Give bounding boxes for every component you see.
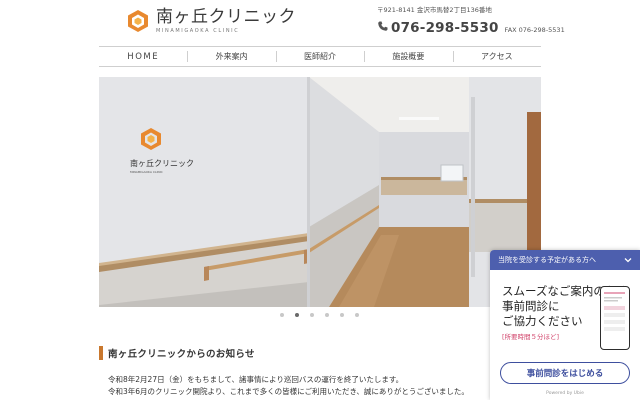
widget-header-label: 当院を受診する予定がある方へ: [498, 256, 596, 264]
slider-dot[interactable]: [280, 313, 284, 317]
widget-duration-note: [所要時間５分ほど]: [502, 333, 560, 341]
widget-header[interactable]: 当院を受診する予定がある方へ: [490, 250, 640, 270]
nav-item-facility[interactable]: 施設概要: [364, 47, 452, 66]
slider-dot[interactable]: [355, 313, 359, 317]
site-header: 南ヶ丘クリニック MINAMIGAOKA CLINIC 〒921-8141 金沢…: [0, 0, 640, 46]
slider-dots: [280, 313, 359, 317]
phone-mockup-icon: [600, 286, 630, 350]
hallway-photo: 南ヶ丘クリニック MINAMIGAOKA CLINIC: [99, 77, 541, 307]
hero-slider[interactable]: 南ヶ丘クリニック MINAMIGAOKA CLINIC: [99, 77, 541, 307]
contact-info: 〒921-8141 金沢市馬替2丁目136番地 076-298-5530 FAX…: [377, 6, 565, 36]
nav-item-doctors[interactable]: 医師紹介: [275, 47, 364, 66]
news-heading: 南ヶ丘クリニックからのお知らせ: [99, 346, 255, 360]
start-questionnaire-button[interactable]: 事前問診をはじめる: [500, 362, 630, 384]
nav-item-home[interactable]: HOME: [99, 47, 187, 66]
nav-item-access[interactable]: アクセス: [452, 47, 541, 66]
news-heading-bar: [99, 346, 103, 360]
phone-number[interactable]: 076-298-5530: [391, 20, 499, 36]
news-line: 令和3年6月のクリニック開院より、これまで多くの皆様にご利用いただき、誠にありが…: [108, 387, 469, 396]
powered-by-label: Powered by Ubie: [546, 391, 584, 396]
slider-dot[interactable]: [310, 313, 314, 317]
clinic-logo-icon: [126, 9, 150, 33]
pre-questionnaire-widget: 当院を受診する予定がある方へ スムーズなご案内のため 事前問診に ご協力ください…: [490, 250, 640, 400]
slider-dot-active[interactable]: [295, 313, 299, 317]
news-title: 南ヶ丘クリニックからのお知らせ: [108, 349, 255, 360]
clinic-address: 〒921-8141 金沢市馬替2丁目136番地: [377, 6, 492, 14]
global-nav: HOME 外来案内 医師紹介 施設概要 アクセス: [99, 46, 541, 67]
clinic-logo[interactable]: 南ヶ丘クリニック MINAMIGAOKA CLINIC: [126, 8, 296, 34]
nav-item-outpatient[interactable]: 外来案内: [187, 47, 275, 66]
widget-line: 事前問診に: [502, 299, 560, 313]
clinic-name-sub: MINAMIGAOKA CLINIC: [156, 28, 240, 34]
fax-number: FAX 076-298-5531: [504, 26, 565, 34]
phone-icon: [377, 17, 389, 31]
sign-sub: MINAMIGAOKA CLINIC: [130, 170, 163, 174]
widget-line: スムーズなご案内のため: [502, 284, 628, 298]
news-line: 令和8年2月27日（金）をもちまして、諸事情により巡回バスの運行を終了いたします…: [108, 375, 404, 384]
slider-dot[interactable]: [340, 313, 344, 317]
news-body: 令和8年2月27日（金）をもちまして、諸事情により巡回バスの運行を終了いたします…: [108, 374, 508, 398]
slider-dot[interactable]: [325, 313, 329, 317]
sign-name: 南ヶ丘クリニック: [130, 158, 194, 168]
widget-line: ご協力ください: [502, 314, 583, 328]
clinic-name: 南ヶ丘クリニック: [156, 7, 296, 27]
chevron-down-icon[interactable]: [624, 256, 632, 264]
